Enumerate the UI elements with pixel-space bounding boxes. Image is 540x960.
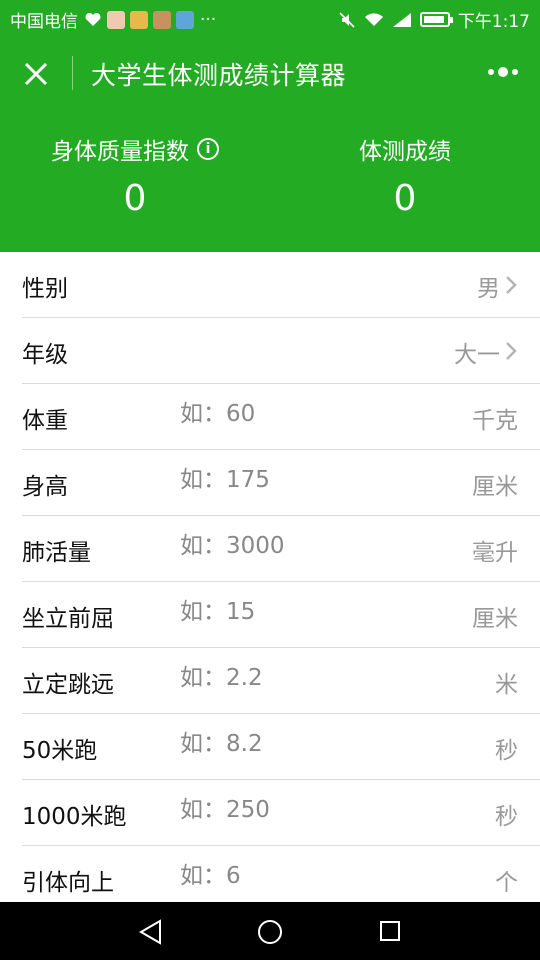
run-1000m-row: 1000米跑 秒 [22,780,540,846]
grade-row[interactable]: 年级 大一 [22,318,540,384]
height-row: 身高 厘米 [22,450,540,516]
unit-label: 厘米 [472,606,518,632]
row-label: 身高 [22,474,68,500]
mini-program-titlebar: 大学生体测成绩计算器 [0,36,540,112]
heart-notification-icon [84,11,102,29]
standing-jump-row: 立定跳远 米 [22,648,540,714]
row-label: 性别 [22,276,68,302]
home-icon[interactable] [257,919,283,945]
run-1000m-input[interactable] [180,797,410,823]
bmi-label: 身体质量指数 [51,139,189,165]
bmi-value: 0 [123,178,147,219]
status-left: 中国电信 ··· [10,7,217,33]
vital-capacity-row: 肺活量 毫升 [22,516,540,582]
app-notification-icon [130,10,148,29]
row-label: 体重 [22,408,68,434]
score-label-wrap: 体测成绩 [270,132,540,166]
unit-label: 秒 [495,804,518,830]
mute-icon [339,11,355,28]
app-notification-icon [107,10,125,29]
chevron-right-icon [506,342,517,360]
row-label: 立定跳远 [22,672,114,698]
pull-up-input[interactable] [180,863,410,889]
page-title: 大学生体测成绩计算器 [91,61,347,90]
clock: 下午1:17 [457,12,530,32]
form-list: 性别 男 年级 大一 体重 千克 身高 厘米 肺活量 毫升 坐立前屈 厘米 立定… [0,252,540,912]
score-value: 0 [393,178,417,219]
recent-apps-icon[interactable] [379,920,401,942]
header-panel: 中国电信 ··· 下午1:17 大学生体测成绩计算器 身体质量指数 i 0 体测… [0,0,540,252]
android-nav-bar [0,902,540,960]
vital-capacity-input[interactable] [180,533,410,559]
battery-icon [419,12,453,27]
standing-jump-input[interactable] [180,665,410,691]
bmi-label-wrap: 身体质量指数 i [0,132,270,166]
app-notification-icon [153,10,171,29]
carrier-label: 中国电信 [10,12,78,32]
close-icon[interactable] [18,56,54,92]
gender-row[interactable]: 性别 男 [22,252,540,318]
app-notification-icon [176,10,194,29]
unit-label: 毫升 [472,540,518,566]
score-label: 体测成绩 [359,139,451,165]
height-input[interactable] [180,467,410,493]
sit-and-reach-row: 坐立前屈 厘米 [22,582,540,648]
row-label: 肺活量 [22,540,91,566]
bmi-panel: 身体质量指数 i 0 [0,132,270,219]
row-label: 坐立前屈 [22,606,114,632]
titlebar-divider [72,56,73,90]
wifi-icon [364,12,383,26]
notification-icons [84,10,194,29]
unit-label: 秒 [495,738,518,764]
more-icon[interactable] [486,63,520,81]
gender-value[interactable]: 男 [477,269,500,303]
info-icon[interactable]: i [197,138,219,160]
unit-label: 个 [495,870,518,896]
sit-and-reach-input[interactable] [180,599,410,625]
status-right: 下午1:17 [338,7,530,32]
weight-row: 体重 千克 [22,384,540,450]
unit-label: 厘米 [472,474,518,500]
unit-label: 米 [495,672,518,698]
more-notifications-indicator: ··· [200,9,217,30]
grade-value[interactable]: 大一 [454,335,500,369]
back-icon[interactable] [138,919,164,945]
total-score-panel: 体测成绩 0 [270,132,540,219]
row-label: 1000米跑 [22,804,127,830]
sprint-50m-input[interactable] [180,731,410,757]
status-bar: 中国电信 ··· 下午1:17 [0,0,540,36]
row-label: 年级 [22,342,68,368]
signal-icon [392,12,411,27]
unit-label: 千克 [472,408,518,434]
weight-input[interactable] [180,401,410,427]
row-label: 50米跑 [22,738,98,764]
chevron-right-icon [506,276,517,294]
sprint-50m-row: 50米跑 秒 [22,714,540,780]
row-label: 引体向上 [22,870,114,896]
